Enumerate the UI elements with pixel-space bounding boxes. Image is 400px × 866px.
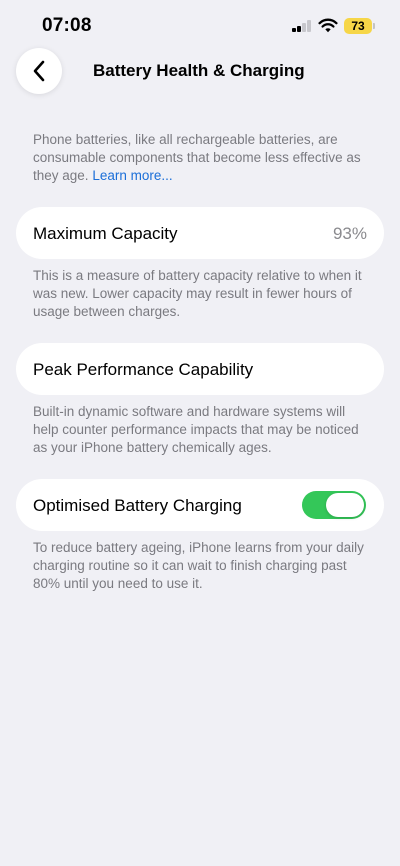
battery-percentage: 73	[351, 19, 365, 33]
optimised-charging-row: Optimised Battery Charging	[16, 479, 384, 531]
battery-icon: 73	[344, 18, 372, 34]
cellular-signal-icon	[292, 20, 312, 32]
signal-bar	[292, 28, 296, 32]
toggle-knob[interactable]	[326, 493, 364, 517]
navigation-bar: Battery Health & Charging	[0, 46, 400, 98]
battery-tip	[373, 23, 375, 29]
chevron-left-icon	[33, 60, 45, 82]
page-title: Battery Health & Charging	[93, 61, 305, 80]
signal-bar	[297, 26, 301, 32]
signal-bar	[307, 20, 311, 32]
signal-bar	[302, 23, 306, 32]
optimised-charging-toggle[interactable]	[302, 491, 366, 519]
peak-performance-label: Peak Performance Capability	[33, 360, 254, 379]
maximum-capacity-row: Maximum Capacity 93%	[16, 207, 384, 259]
optimised-charging-description: To reduce battery ageing, iPhone learns …	[33, 540, 364, 591]
back-button[interactable]	[16, 48, 62, 94]
learn-more-link[interactable]: Learn more...	[92, 168, 172, 183]
maximum-capacity-description: This is a measure of battery capacity re…	[33, 268, 362, 319]
intro-text: Phone batteries, like all rechargeable b…	[33, 131, 373, 185]
optimised-charging-label: Optimised Battery Charging	[33, 496, 242, 515]
intro-description: Phone batteries, like all rechargeable b…	[33, 132, 361, 183]
peak-performance-row[interactable]: Peak Performance Capability	[16, 343, 384, 395]
status-bar: 07:08 73	[0, 0, 400, 50]
peak-performance-description: Built-in dynamic software and hardware s…	[33, 404, 359, 455]
status-time: 07:08	[42, 15, 92, 36]
maximum-capacity-value: 93%	[332, 224, 367, 243]
maximum-capacity-label: Maximum Capacity	[33, 224, 178, 243]
wifi-icon	[318, 18, 338, 33]
